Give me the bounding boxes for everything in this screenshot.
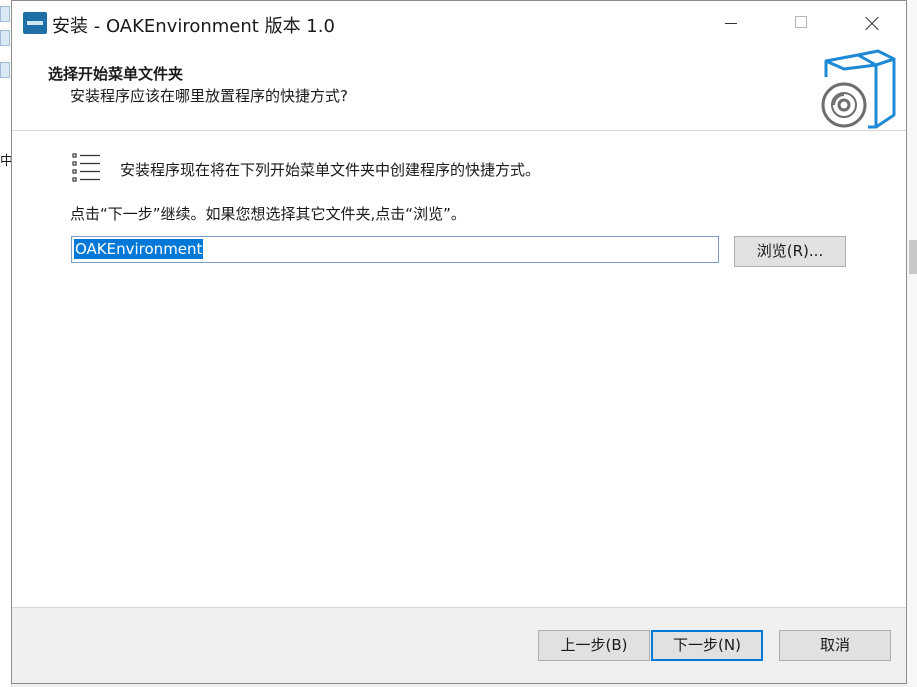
installer-app-icon xyxy=(23,12,47,34)
page-subtitle: 安装程序应该在哪里放置程序的快捷方式? xyxy=(70,87,348,105)
hint-text: 点击“下一步”继续。如果您想选择其它文件夹,点击“浏览”。 xyxy=(70,205,466,223)
minimize-button[interactable] xyxy=(708,1,754,45)
background-app-sliver-right xyxy=(907,0,917,687)
background-icon xyxy=(0,30,10,46)
wizard-header: 选择开始菜单文件夹 安装程序应该在哪里放置程序的快捷方式? xyxy=(12,45,906,130)
list-icon xyxy=(72,153,100,182)
window-title: 安装 - OAKEnvironment 版本 1.0 xyxy=(52,16,335,37)
background-scrollbar xyxy=(909,240,917,274)
footer-divider xyxy=(12,607,906,608)
page-title: 选择开始菜单文件夹 xyxy=(48,65,184,83)
cancel-button[interactable]: 取消 xyxy=(779,630,891,661)
browse-button[interactable]: 浏览(R)... xyxy=(734,236,846,267)
wizard-content: 安装程序现在将在下列开始菜单文件夹中创建程序的快捷方式。 点击“下一步”继续。如… xyxy=(12,131,906,607)
next-button[interactable]: 下一步(N) xyxy=(651,630,763,661)
back-button[interactable]: 上一步(B) xyxy=(538,630,650,661)
info-text: 安装程序现在将在下列开始菜单文件夹中创建程序的快捷方式。 xyxy=(120,161,541,179)
installer-window: 安装 - OAKEnvironment 版本 1.0 选择开始菜单文件夹 安装程… xyxy=(11,0,907,684)
software-box-cd-icon xyxy=(820,49,896,129)
close-button[interactable] xyxy=(848,1,894,45)
start-menu-folder-value[interactable]: OAKEnvironment xyxy=(74,239,204,259)
maximize-button[interactable] xyxy=(778,1,824,45)
background-icon xyxy=(0,62,10,78)
title-bar[interactable]: 安装 - OAKEnvironment 版本 1.0 xyxy=(12,1,906,45)
background-icon xyxy=(0,6,10,22)
